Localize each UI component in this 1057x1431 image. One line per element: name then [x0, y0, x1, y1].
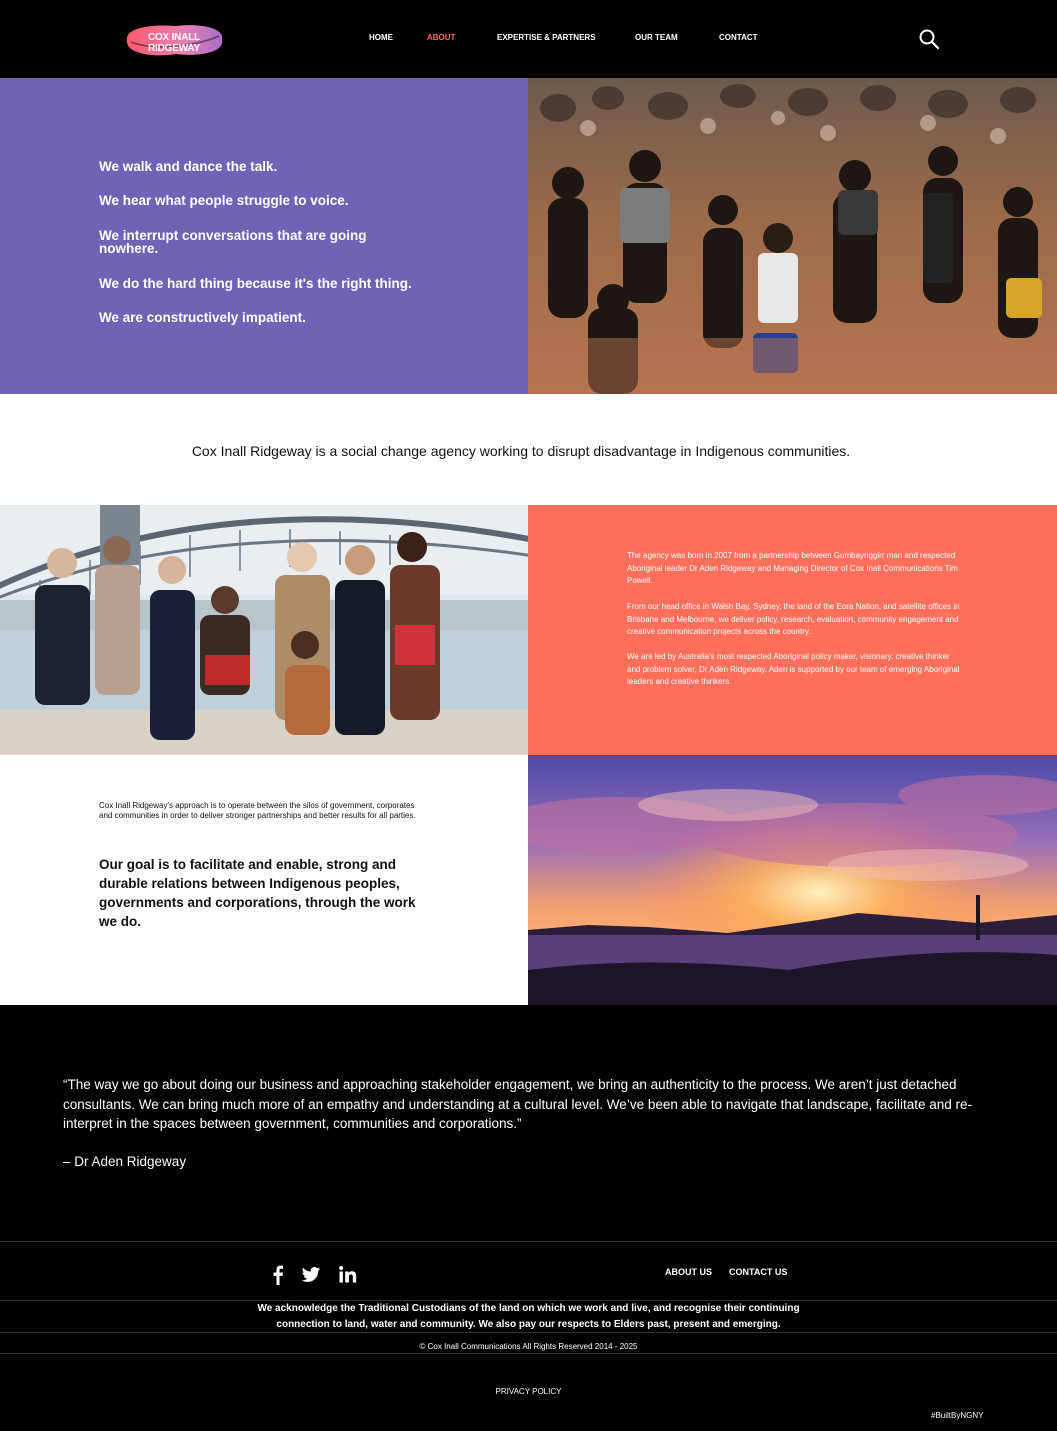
- search-icon[interactable]: [918, 28, 940, 50]
- site-footer: ABOUT US CONTACT US We acknowledge the T…: [0, 1241, 1057, 1431]
- values-panel: We walk and dance the talk. We hear what…: [0, 78, 528, 394]
- about-agency-panel: The agency was born in 2007 from a partn…: [528, 505, 1057, 755]
- sunset-photo: [528, 755, 1057, 1005]
- footer-divider: [0, 1332, 1057, 1333]
- footer-divider: [0, 1241, 1057, 1242]
- agency-statement: Cox Inall Ridgeway is a social change ag…: [191, 443, 851, 459]
- footer-about-us-link[interactable]: ABOUT US: [665, 1267, 712, 1277]
- approach-panel: Cox Inall Ridgeway's approach is to oper…: [0, 755, 528, 1005]
- built-by-link[interactable]: #BuiltByNGNY: [931, 1411, 983, 1420]
- testimonial-author: – Dr Aden Ridgeway: [63, 1154, 187, 1169]
- nav-about[interactable]: ABOUT: [427, 33, 455, 42]
- site-header: COX INALL RIDGEWAY HOME ABOUT EXPERTISE …: [0, 0, 1057, 78]
- nav-expertise-partners[interactable]: EXPERTISE & PARTNERS: [497, 33, 596, 42]
- goal-statement: Our goal is to facilitate and enable, st…: [99, 857, 416, 929]
- value-line: We do the hard thing because it's the ri…: [99, 276, 412, 291]
- testimonial-section: “The way we go about doing our business …: [0, 1005, 1057, 1241]
- agency-statement-section: Cox Inall Ridgeway is a social change ag…: [0, 394, 1057, 505]
- testimonial-quote: “The way we go about doing our business …: [63, 1077, 973, 1131]
- copyright: © Cox Inall Communications All Rights Re…: [419, 1342, 638, 1351]
- footer-divider: [0, 1353, 1057, 1354]
- about-paragraph: From our head office in Walsh Bay, Sydne…: [627, 602, 960, 636]
- nav-contact[interactable]: CONTACT: [719, 33, 758, 42]
- value-line: We walk and dance the talk.: [99, 159, 278, 174]
- nav-home[interactable]: HOME: [369, 33, 393, 42]
- footer-contact-us-link[interactable]: CONTACT US: [729, 1267, 787, 1277]
- linkedin-icon[interactable]: [338, 1265, 358, 1285]
- main-nav: HOME ABOUT EXPERTISE & PARTNERS OUR TEAM…: [0, 33, 1057, 45]
- acknowledgement-of-country: We acknowledge the Traditional Custodian…: [257, 1303, 800, 1330]
- twitter-icon[interactable]: [301, 1265, 321, 1285]
- value-line: We hear what people struggle to voice.: [99, 193, 349, 208]
- about-paragraph: The agency was born in 2007 from a partn…: [627, 551, 958, 585]
- approach-text: Cox Inall Ridgeway's approach is to oper…: [99, 801, 416, 820]
- value-line: We interrupt conversations that are goin…: [99, 228, 367, 256]
- harbour-group-photo: [0, 505, 528, 755]
- nav-our-team[interactable]: OUR TEAM: [635, 33, 678, 42]
- value-line: We are constructively impatient.: [99, 310, 306, 325]
- privacy-policy-link[interactable]: PRIVACY POLICY: [0, 1387, 1057, 1396]
- facebook-icon[interactable]: [268, 1265, 288, 1285]
- about-paragraph: We are led by Australia's most respected…: [627, 652, 960, 686]
- dance-crowd-photo: [528, 78, 1057, 394]
